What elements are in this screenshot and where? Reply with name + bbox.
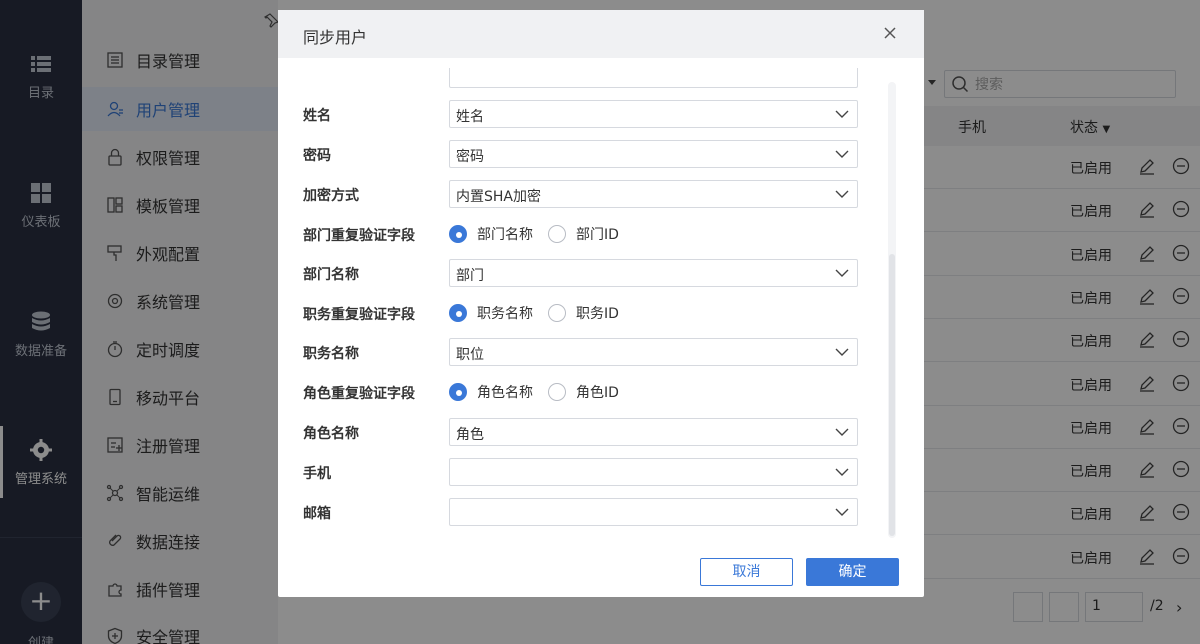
field-phone: 手机 — [278, 458, 924, 486]
email-select[interactable] — [449, 498, 858, 526]
chevron-down-icon — [835, 190, 849, 198]
radio-role-id[interactable]: 角色ID — [548, 382, 619, 402]
radio-dot — [548, 304, 566, 322]
field-name: 姓名 姓名 — [278, 100, 924, 128]
select-value: 密码 — [456, 149, 484, 165]
radio-dot — [449, 383, 467, 401]
radio-job-name[interactable]: 职务名称 — [449, 303, 533, 323]
field-label: 角色重复验证字段 — [303, 386, 415, 402]
chevron-down-icon — [835, 508, 849, 516]
field-role-verify: 角色重复验证字段 角色名称 角色ID — [278, 378, 924, 406]
field-label: 角色名称 — [303, 426, 359, 442]
chevron-down-icon — [835, 269, 849, 277]
sync-user-dialog: 同步用户 姓名 姓名 密码 密码 加密方式 内置SHA加密 部门重复验证字段 部… — [278, 10, 924, 597]
chevron-down-icon — [835, 348, 849, 356]
select-value: 角色 — [456, 427, 484, 443]
chevron-down-icon — [835, 110, 849, 118]
radio-label: 角色ID — [576, 385, 619, 401]
field-label: 邮箱 — [303, 506, 331, 522]
password-select[interactable]: 密码 — [449, 140, 858, 168]
select-value: 职位 — [456, 347, 484, 363]
field-job-verify: 职务重复验证字段 职务名称 职务ID — [278, 299, 924, 327]
field-label: 加密方式 — [303, 188, 359, 204]
radio-dot — [548, 225, 566, 243]
cancel-button[interactable]: 取消 — [700, 558, 793, 586]
role-name-select[interactable]: 角色 — [449, 418, 858, 446]
field-role-name: 角色名称 角色 — [278, 418, 924, 446]
chevron-down-icon — [835, 428, 849, 436]
field-label: 部门名称 — [303, 267, 359, 283]
field-label: 部门重复验证字段 — [303, 228, 415, 244]
field-label: 手机 — [303, 466, 331, 482]
encrypt-select[interactable]: 内置SHA加密 — [449, 180, 858, 208]
radio-label: 角色名称 — [477, 385, 533, 401]
job-name-select[interactable]: 职位 — [449, 338, 858, 366]
field-label: 职务重复验证字段 — [303, 307, 415, 323]
field-dept-verify: 部门重复验证字段 部门名称 部门ID — [278, 220, 924, 248]
radio-label: 部门名称 — [477, 227, 533, 243]
radio-role-name[interactable]: 角色名称 — [449, 382, 533, 402]
field-dept-name: 部门名称 部门 — [278, 259, 924, 287]
field-job-name: 职务名称 职位 — [278, 338, 924, 366]
close-icon[interactable] — [882, 25, 898, 41]
select-value: 内置SHA加密 — [456, 189, 541, 205]
field-label: 职务名称 — [303, 346, 359, 362]
dialog-scrollbar-thumb[interactable] — [889, 254, 895, 536]
radio-dept-id[interactable]: 部门ID — [548, 224, 619, 244]
field-password: 密码 密码 — [278, 140, 924, 168]
select-value: 姓名 — [456, 109, 484, 125]
radio-dot — [449, 225, 467, 243]
radio-label: 职务ID — [576, 306, 619, 322]
radio-job-id[interactable]: 职务ID — [548, 303, 619, 323]
chevron-down-icon — [835, 468, 849, 476]
radio-label: 部门ID — [576, 227, 619, 243]
radio-dept-name[interactable]: 部门名称 — [449, 224, 533, 244]
field-label: 密码 — [303, 148, 331, 164]
dept-name-select[interactable]: 部门 — [449, 259, 858, 287]
radio-dot — [449, 304, 467, 322]
dialog-header — [278, 10, 924, 58]
radio-dot — [548, 383, 566, 401]
radio-label: 职务名称 — [477, 306, 533, 322]
field-email: 邮箱 — [278, 498, 924, 526]
ok-button[interactable]: 确定 — [806, 558, 899, 586]
name-select[interactable]: 姓名 — [449, 100, 858, 128]
field-label: 姓名 — [303, 108, 331, 124]
chevron-down-icon — [835, 150, 849, 158]
scrolled-select-field[interactable] — [449, 68, 858, 88]
select-value: 部门 — [456, 268, 484, 284]
phone-select[interactable] — [449, 458, 858, 486]
dialog-title: 同步用户 — [303, 28, 368, 47]
field-encrypt: 加密方式 内置SHA加密 — [278, 180, 924, 208]
